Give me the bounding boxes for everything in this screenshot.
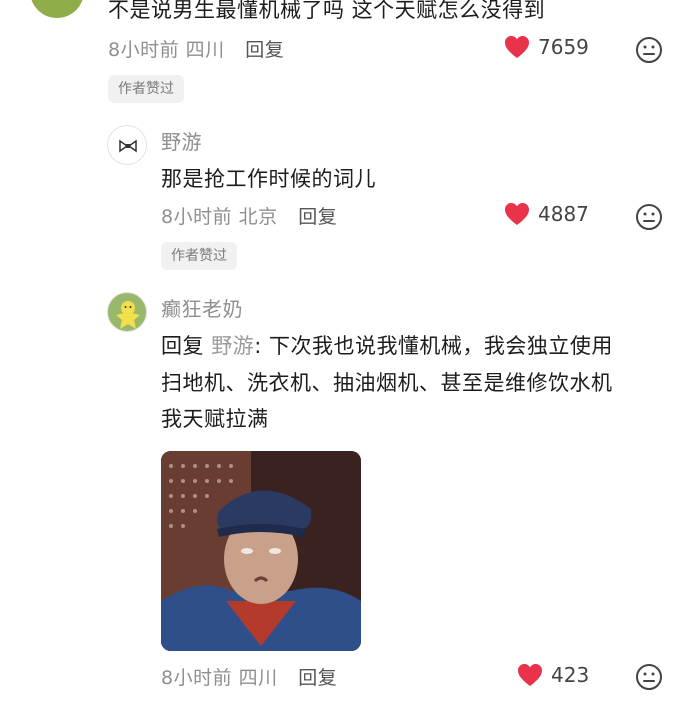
comment-location: 四川: [185, 39, 225, 61]
heart-icon: [505, 36, 529, 58]
comment-meta: 8小时前 北京 回复: [161, 202, 337, 229]
comment-time: 8小时前: [161, 206, 233, 228]
reply-button[interactable]: 回复: [298, 206, 337, 228]
comment-time: 8小时前: [161, 667, 233, 689]
heart-icon: [505, 203, 529, 225]
comment-text: 那是抢工作时候的词儿: [161, 167, 376, 191]
reply-button[interactable]: 回复: [298, 667, 337, 689]
reply-button[interactable]: 回复: [245, 39, 284, 61]
comment-text-line: 我天赋拉满: [161, 407, 269, 431]
like-count: 4887: [538, 202, 589, 226]
comment-location: 北京: [238, 206, 278, 228]
yellow-figure-avatar-icon: [116, 301, 140, 329]
heart-icon: [518, 664, 542, 686]
comment-time: 8小时前: [108, 39, 180, 61]
reply-prefix: 回复: [161, 334, 204, 358]
like-button[interactable]: 423: [517, 663, 589, 687]
commenter-avatar[interactable]: [107, 125, 147, 165]
author-liked-badge: 作者赞过: [108, 75, 184, 103]
comment-meta: 8小时前 四川 回复: [108, 35, 284, 62]
like-button[interactable]: 4887: [504, 202, 589, 226]
comment-text-line: 回复 野游: 下次我也说我懂机械，我会独立使用: [161, 330, 613, 360]
like-count: 7659: [538, 35, 589, 59]
man-in-cap-photo: [161, 451, 361, 651]
commenter-avatar[interactable]: [30, 0, 84, 18]
dislike-face-icon[interactable]: [635, 203, 663, 231]
author-liked-badge: 作者赞过: [161, 242, 237, 270]
comment-image[interactable]: [161, 451, 361, 651]
commenter-avatar[interactable]: [107, 292, 147, 332]
comment-location: 四川: [238, 667, 278, 689]
comment-text-part: : 下次我也说我懂机械，我会独立使用: [254, 334, 613, 358]
commenter-username[interactable]: 野游: [161, 126, 202, 155]
commenter-username[interactable]: 癫狂老奶: [161, 293, 243, 322]
like-button[interactable]: 7659: [504, 35, 589, 59]
reply-to-username[interactable]: 野游: [211, 334, 254, 358]
comment-text-line: 扫地机、洗衣机、抽油烟机、甚至是维修饮水机: [161, 371, 613, 395]
dislike-face-icon[interactable]: [635, 36, 663, 64]
comment-text: 不是说男生最懂机械了吗 这个天赋怎么没得到: [108, 0, 546, 22]
comment-meta: 8小时前 四川 回复: [161, 663, 337, 690]
bow-avatar-icon: [119, 139, 137, 153]
dislike-face-icon[interactable]: [635, 663, 663, 691]
like-count: 423: [551, 663, 590, 687]
